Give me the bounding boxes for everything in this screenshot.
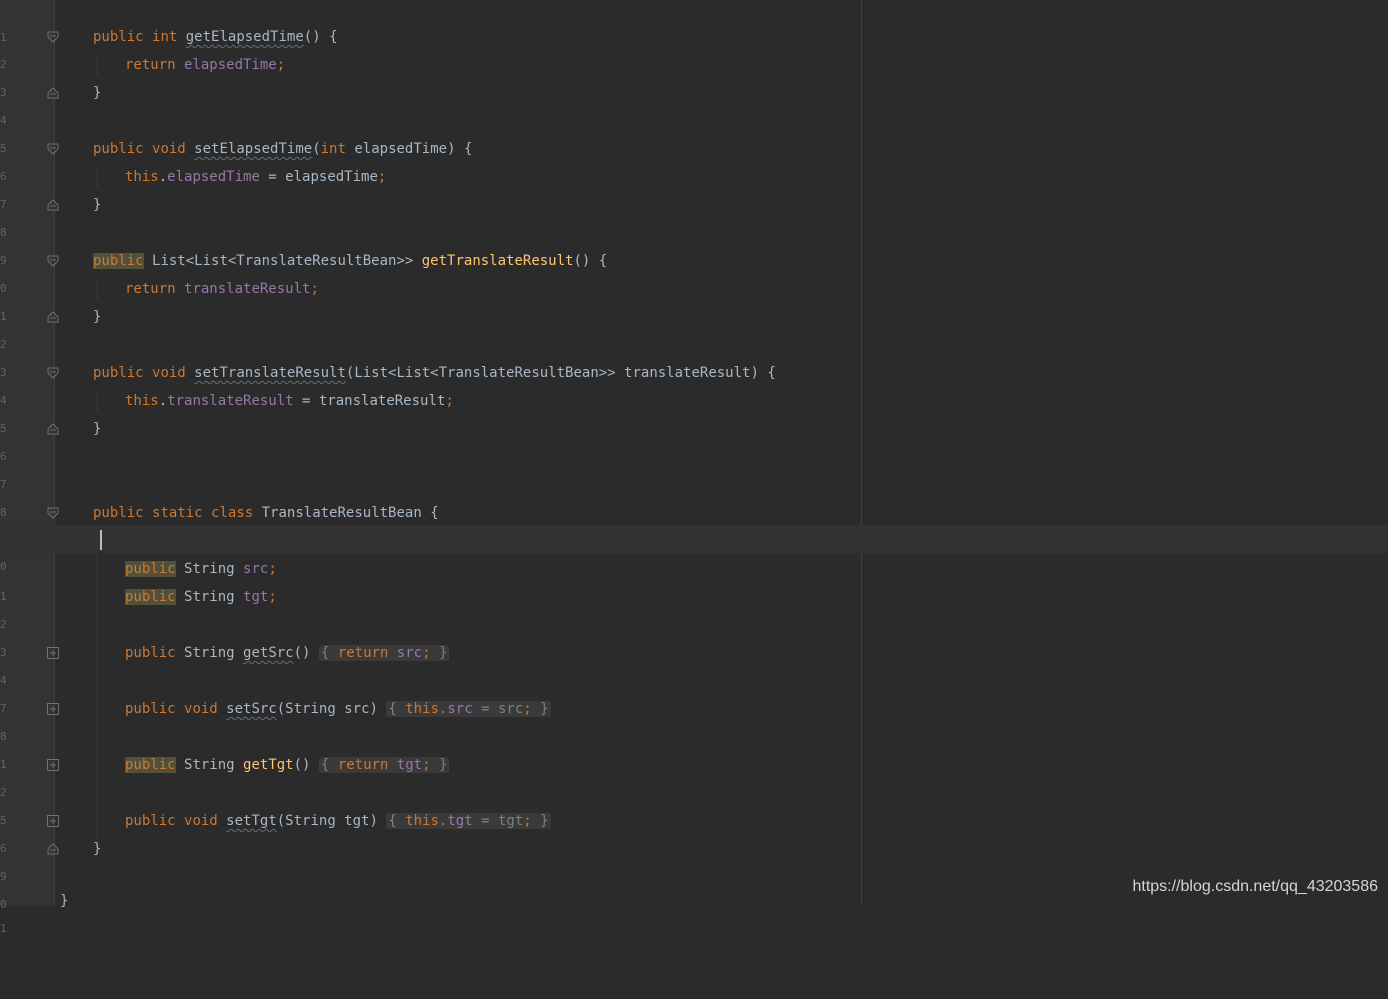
code-line[interactable]: 3 return elapsedTime; [0,51,1388,99]
fold-expand-icon[interactable] [47,703,59,715]
code-line[interactable]: 6 public void setTgt(String tgt) { this.… [0,807,1388,855]
fold-close-icon[interactable] [47,423,59,435]
code-text: public String tgt; [125,589,277,605]
code-line[interactable]: 2 } [0,303,1388,351]
text-caret [100,530,102,550]
code-text: public String src; [125,561,277,577]
code-text: return elapsedTime; [125,57,286,73]
fold-expand-icon[interactable] [47,647,59,659]
code-text: public void setElapsedTime(int elapsedTi… [93,141,473,157]
line-number: 1 [0,922,7,935]
code-editor[interactable]: 1 2 public int getElapsedTime() { 3 retu… [0,0,1388,935]
code-line[interactable]: 6 } [0,415,1388,463]
code-line[interactable]: 1 public String src; [0,555,1388,603]
code-line[interactable]: 8 [0,471,1388,519]
code-line[interactable]: 8 } [0,191,1388,239]
code-text: } [93,421,102,437]
code-text: public static class TranslateResultBean … [93,505,439,521]
fold-open-icon[interactable] [47,31,59,43]
code-line[interactable]: 2 public int getElapsedTime() { [0,23,1388,71]
code-line[interactable]: 1 return translateResult; [0,275,1388,323]
code-line[interactable]: 9 } [0,835,1388,883]
code-line[interactable]: 5 this.translateResult = translateResult… [0,387,1388,435]
code-text: public void setSrc(String src) { this.sr… [125,701,551,717]
code-text: public List<List<TranslateResultBean>> g… [93,253,608,269]
code-line[interactable]: 9 [0,219,1388,267]
code-text: } [93,309,102,325]
code-text: } [93,841,102,857]
fold-expand-icon[interactable] [47,815,59,827]
folded-region[interactable]: { this.tgt = tgt; } [386,813,551,829]
code-line[interactable]: 7 [0,443,1388,491]
fold-open-icon[interactable] [47,255,59,267]
folded-region[interactable]: { this.src = src; } [386,701,551,717]
code-line[interactable]: 4 } [0,79,1388,127]
code-text: public String getSrc() { return src; } [125,645,450,661]
code-line[interactable]: 8 public void setSrc(String src) { this.… [0,695,1388,743]
code-text: } [93,197,102,213]
code-line[interactable]: 1 [0,723,1388,771]
code-text: this.translateResult = translateResult; [125,393,454,409]
code-line[interactable]: 4 public void setTranslateResult(List<Li… [0,359,1388,407]
watermark-text: https://blog.csdn.net/qq_43203586 [1132,878,1378,895]
current-code-line[interactable]: 0 [0,525,1388,573]
fold-open-icon[interactable] [47,367,59,379]
code-text: public void setTgt(String tgt) { this.tg… [125,813,551,829]
code-line[interactable]: 2 public String tgt; [0,583,1388,631]
code-text: } [60,893,69,909]
code-line[interactable]: 4 public String getSrc() { return src; } [0,639,1388,687]
code-line[interactable]: 6 public void setElapsedTime(int elapsed… [0,135,1388,183]
code-line[interactable]: 0 public List<List<TranslateResultBean>>… [0,247,1388,295]
code-line[interactable]: 3 [0,611,1388,659]
code-text: public int getElapsedTime() { [93,29,338,45]
code-line[interactable]: 5 [0,107,1388,155]
code-line[interactable]: 2 public String getTgt() { return tgt; } [0,751,1388,799]
fold-open-icon[interactable] [47,143,59,155]
code-line[interactable]: 3 [0,331,1388,379]
fold-close-icon[interactable] [47,311,59,323]
code-text: return translateResult; [125,281,319,297]
code-text: public String getTgt() { return tgt; } [125,757,450,773]
fold-close-icon[interactable] [47,843,59,855]
fold-close-icon[interactable] [47,199,59,211]
code-text: this.elapsedTime = elapsedTime; [125,169,387,185]
folded-region[interactable]: { return tgt; } [318,757,450,773]
code-line[interactable]: 7 this.elapsedTime = elapsedTime; [0,163,1388,211]
fold-expand-icon[interactable] [47,759,59,771]
code-line[interactable]: 7 [0,667,1388,715]
code-text: public void setTranslateResult(List<List… [93,365,776,381]
code-text: } [93,85,102,101]
code-line[interactable]: 9 public static class TranslateResultBea… [0,499,1388,547]
code-line[interactable]: 5 [0,779,1388,827]
code-line[interactable]: 1 [0,0,1388,44]
folded-region[interactable]: { return src; } [318,645,450,661]
fold-open-icon[interactable] [47,507,59,519]
fold-close-icon[interactable] [47,87,59,99]
